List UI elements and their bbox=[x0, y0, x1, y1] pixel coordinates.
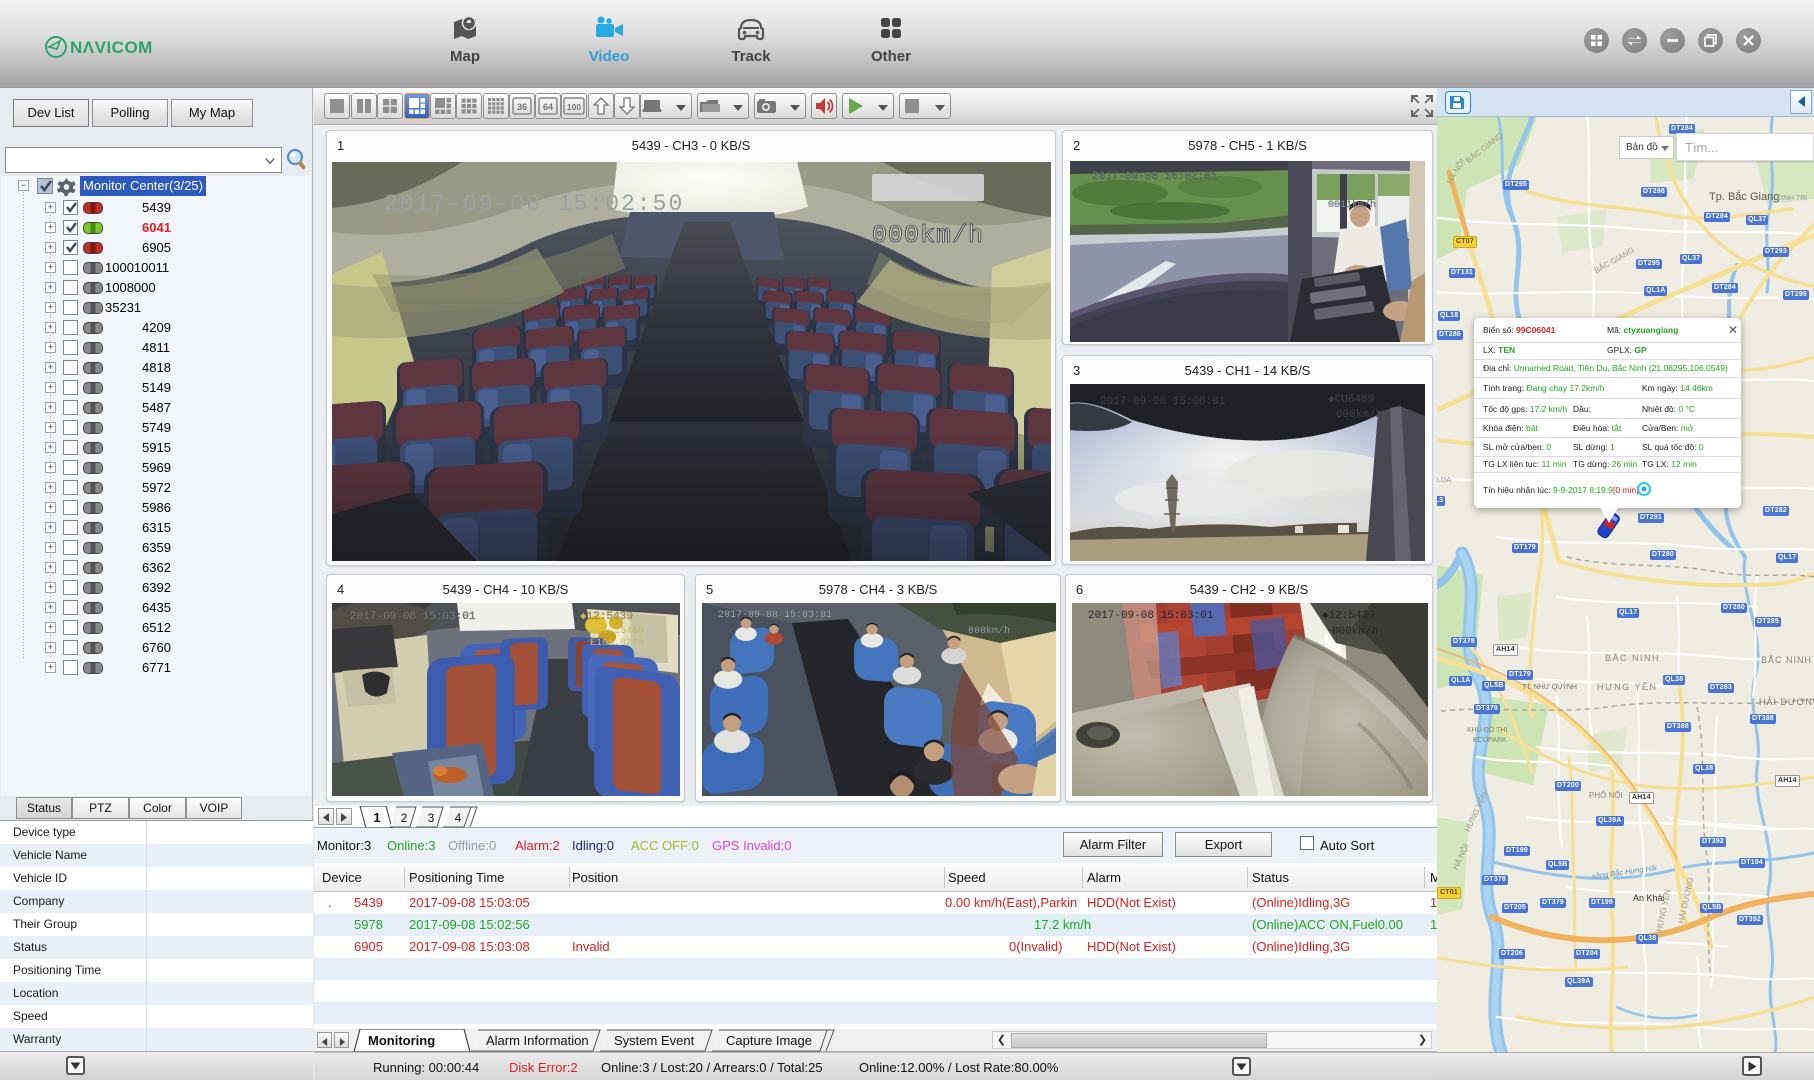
svg-text:N21.25489: N21.25489 bbox=[590, 626, 644, 637]
svg-text:36: 36 bbox=[517, 102, 527, 112]
svg-text:NΛVICOM: NΛVICOM bbox=[70, 38, 153, 57]
svg-text:Alarm Information: Alarm Information bbox=[486, 1033, 589, 1048]
svg-text:E105.8276: E105.8276 bbox=[590, 638, 644, 649]
svg-text:2017-09-08 15:02:50: 2017-09-08 15:02:50 bbox=[384, 191, 684, 217]
svg-text:◆12:5439: ◆12:5439 bbox=[580, 611, 633, 623]
svg-text:0011km/h: 0011km/h bbox=[1328, 199, 1376, 211]
svg-text:000km/h: 000km/h bbox=[1332, 626, 1378, 638]
svg-text:000km/h: 000km/h bbox=[968, 625, 1010, 637]
svg-text:2017-09-08 15:08:01: 2017-09-08 15:08:01 bbox=[1100, 396, 1226, 408]
svg-text:1: 1 bbox=[373, 810, 380, 825]
svg-text:2017-09-08 15:03:01: 2017-09-08 15:03:01 bbox=[1088, 610, 1214, 622]
svg-text:64: 64 bbox=[543, 102, 553, 112]
svg-text:2: 2 bbox=[401, 811, 408, 825]
svg-text:◆12:5439: ◆12:5439 bbox=[1322, 610, 1375, 622]
svg-text:4: 4 bbox=[455, 811, 462, 825]
svg-text:System Event: System Event bbox=[614, 1033, 695, 1048]
svg-text:Monitoring: Monitoring bbox=[368, 1033, 435, 1048]
svg-text:100: 100 bbox=[567, 102, 581, 112]
svg-text:000km/h: 000km/h bbox=[872, 221, 984, 250]
svg-text:2017-09-08 15:03:01: 2017-09-08 15:03:01 bbox=[350, 611, 476, 623]
svg-text:Capture Image: Capture Image bbox=[726, 1033, 812, 1048]
svg-text:000km/h: 000km/h bbox=[1336, 409, 1382, 421]
svg-text:◆CU6489: ◆CU6489 bbox=[1328, 394, 1374, 406]
svg-text:2017-09-08 16:02:51: 2017-09-08 16:02:51 bbox=[1092, 171, 1218, 183]
svg-text:2017-09-08 15:03:01: 2017-09-08 15:03:01 bbox=[718, 610, 832, 621]
svg-text:3: 3 bbox=[428, 811, 435, 825]
